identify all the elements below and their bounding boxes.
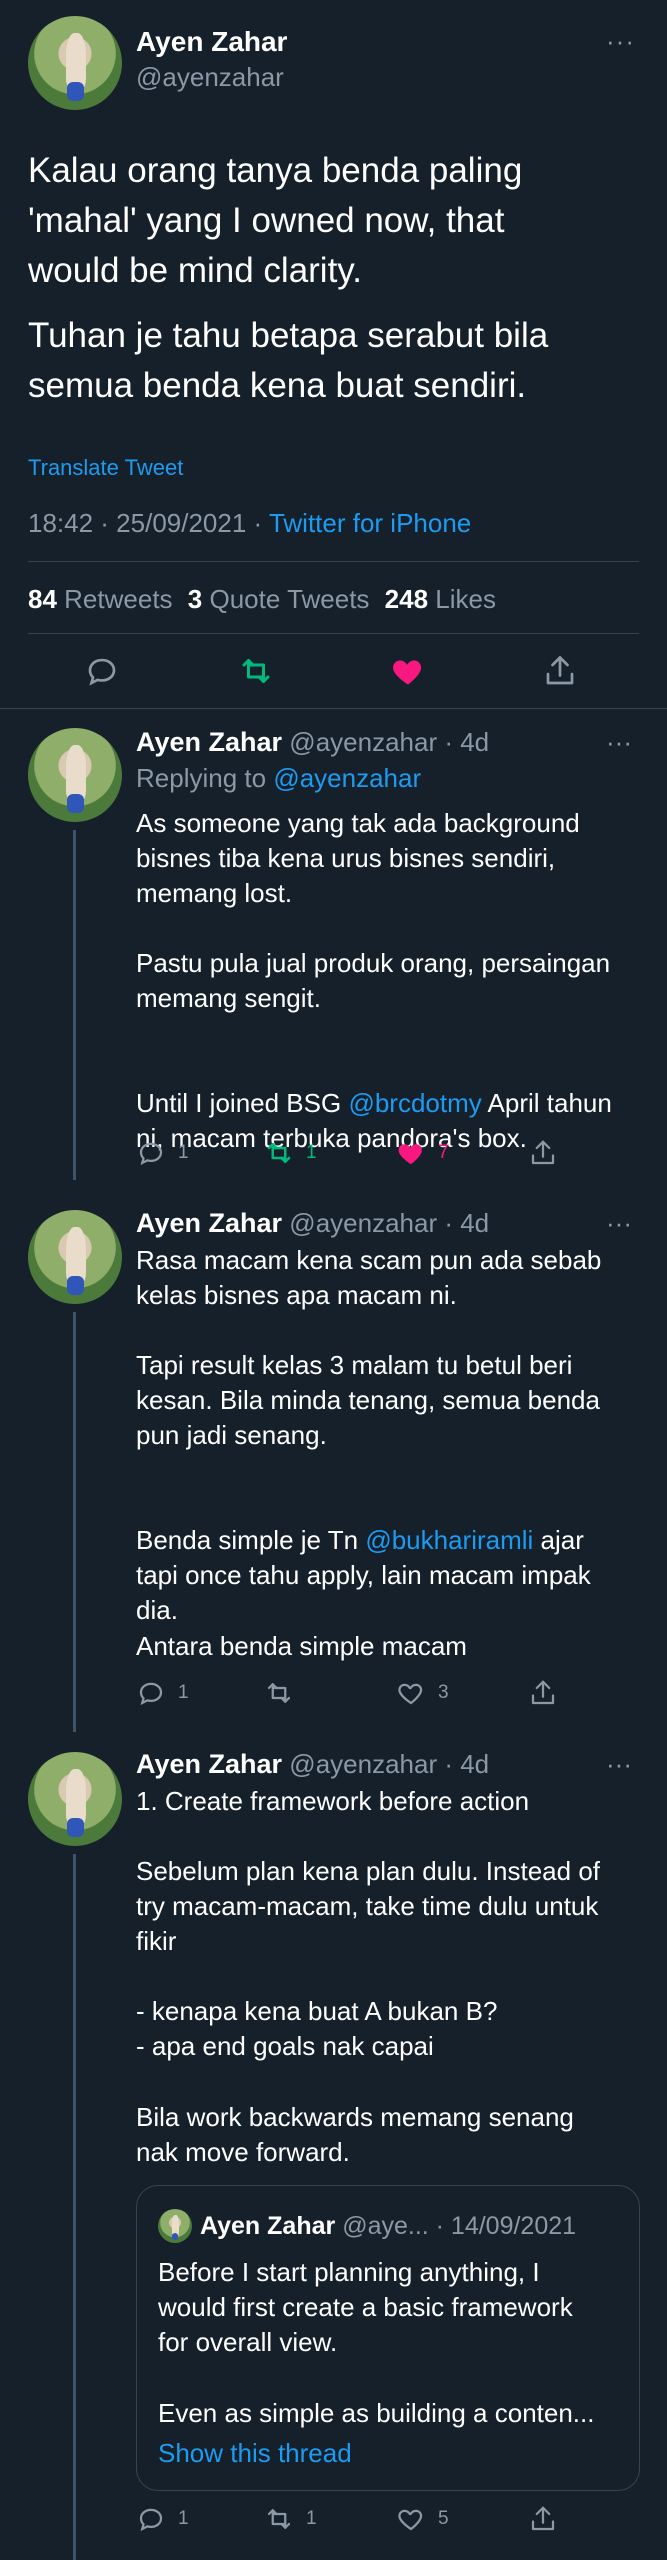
reply-text: tapi once tahu apply, lain macam impak d… [136,1560,591,1625]
likes-label[interactable]: Likes [435,584,496,614]
reply-paragraph-2: Pastu pula jual produk orang, persaingan… [136,948,611,1013]
reply-paragraph-3: - kenapa kena buat A bukan B? - apa end … [136,1996,498,2061]
reply-icon[interactable] [84,653,120,689]
retweet-icon[interactable] [264,1138,294,1168]
share-icon[interactable] [542,653,578,689]
reply-icon[interactable] [136,1138,166,1168]
share-icon[interactable] [528,2504,558,2534]
quoted-paragraph-1: Before I start planning anything, I woul… [158,2257,573,2357]
like-icon[interactable] [390,653,426,689]
time-date[interactable]: 18:42 · 25/09/2021 · [28,508,269,538]
share-icon[interactable] [528,1138,558,1168]
more-options-button[interactable]: ··· [606,1208,632,1239]
show-thread-link[interactable]: Show this thread [158,2438,352,2469]
avatar[interactable] [28,1210,122,1304]
more-options-button[interactable]: ··· [606,26,635,57]
avatar[interactable] [28,16,122,110]
quote-tweets-label[interactable]: Quote Tweets [209,584,369,614]
retweet-icon[interactable] [238,653,274,689]
reply-paragraph-4: Antara benda simple macam [136,1631,467,1661]
author-handle-time[interactable]: @ayenzahar · 4d [289,1749,489,1779]
like-icon[interactable] [396,1678,426,1708]
avatar [158,2209,192,2243]
reply-paragraph-1: Rasa macam kena scam pun ada sebab kelas… [136,1245,602,1310]
thread-line [73,830,76,1180]
reply-header: Ayen Zahar @ayenzahar · 4d [136,727,489,758]
reply-icon[interactable] [136,1678,166,1708]
likes-count[interactable]: 248 [385,584,428,614]
mention-link[interactable]: @bukhariramli [365,1525,533,1555]
like-count: 5 [438,2508,449,2529]
retweet-count: 1 [306,2508,317,2529]
share-icon[interactable] [528,1678,558,1708]
tweet-stats: 84 Retweets 3 Quote Tweets 248 Likes [28,584,496,615]
author-name[interactable]: Ayen Zahar [136,1208,282,1238]
thread-line [73,1854,76,2560]
reply-paragraph-2: Tapi result kelas 3 malam tu betul beri … [136,1350,600,1450]
tweet-text-paragraph-1: Kalau orang tanya benda paling 'mahal' y… [28,151,523,290]
more-options-button[interactable]: ··· [606,727,632,758]
author-name[interactable]: Ayen Zahar [136,727,282,757]
like-icon[interactable] [396,2504,426,2534]
reply-header: Ayen Zahar @ayenzahar · 4d [136,1749,489,1780]
replying-label: Replying to [136,763,274,793]
thread-line [73,1312,76,1732]
like-count: 3 [438,1682,449,1703]
quoted-tweet-header: Ayen Zahar @aye... · 14/09/2021 [200,2212,576,2241]
quoted-author-name: Ayen Zahar [200,2212,336,2240]
reply-text: ajar [533,1525,584,1555]
reply-count: 1 [178,2508,189,2529]
replying-mention-link[interactable]: @ayenzahar [273,763,421,793]
replying-to: Replying to @ayenzahar [136,763,421,794]
quoted-handle-date: @aye... · 14/09/2021 [342,2212,577,2240]
reply-paragraph-2: Sebelum plan kena plan dulu. Instead of … [136,1856,601,1956]
reply-paragraph-1: As someone yang tak ada background bisne… [136,808,580,908]
divider [0,708,667,709]
avatar[interactable] [28,728,122,822]
reply-paragraph-4: Bila work backwards memang senang nak mo… [136,2102,574,2167]
quote-tweets-count[interactable]: 3 [188,584,202,614]
quoted-paragraph-2: Even as simple as building a conten... [158,2398,595,2428]
mention-link[interactable]: @brcdotmy [348,1088,481,1118]
translate-tweet-link[interactable]: Translate Tweet [28,455,183,481]
author-handle-time[interactable]: @ayenzahar · 4d [289,727,489,757]
reply-header: Ayen Zahar @ayenzahar · 4d [136,1208,489,1239]
like-icon[interactable] [396,1138,426,1168]
retweets-label[interactable]: Retweets [64,584,172,614]
tweet-source-link[interactable]: Twitter for iPhone [269,508,471,538]
retweet-icon[interactable] [264,2504,294,2534]
reply-text: April tahun [481,1088,612,1118]
reply-text: ni, macam terbuka pandora's box. [136,1123,527,1153]
reply-count: 1 [178,1682,189,1703]
author-handle-time[interactable]: @ayenzahar · 4d [289,1208,489,1238]
reply-paragraph-1: 1. Create framework before action [136,1786,530,1816]
divider [28,561,639,562]
retweet-count: 1 [306,1142,317,1163]
author-name[interactable]: Ayen Zahar [136,26,287,58]
more-options-button[interactable]: ··· [606,1749,632,1780]
reply-text: Until I joined BSG [136,1088,349,1118]
avatar[interactable] [28,1752,122,1846]
reply-paragraph-3: Benda simple je Tn @bukhariramli ajar tap… [136,1488,656,1628]
tweet-timestamp: 18:42 · 25/09/2021 · Twitter for iPhone [28,508,471,539]
reply-count: 1 [178,1142,189,1163]
tweet-text-paragraph-2: Tuhan je tahu betapa serabut bila semua … [28,316,549,405]
retweets-count[interactable]: 84 [28,584,57,614]
author-handle[interactable]: @ayenzahar [136,62,284,93]
author-name[interactable]: Ayen Zahar [136,1749,282,1779]
reply-text: Benda simple je Tn [136,1525,366,1555]
reply-icon[interactable] [136,2504,166,2534]
retweet-icon[interactable] [264,1678,294,1708]
divider [28,633,639,634]
like-count: 7 [438,1142,449,1163]
